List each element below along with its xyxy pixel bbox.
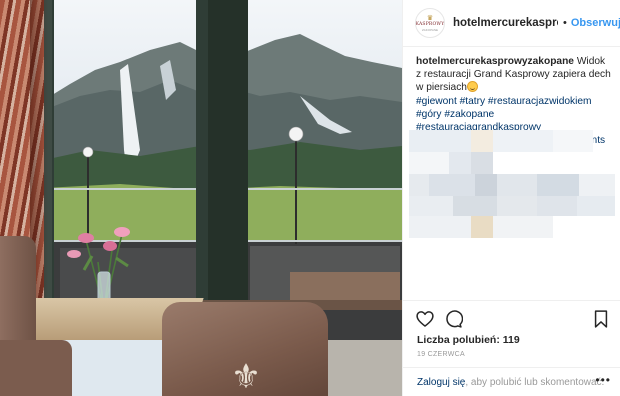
bookmark-icon[interactable] <box>591 309 611 329</box>
avatar-sub: ZAKOPANE <box>421 27 439 32</box>
post-actions: Liczba polubień: 119 19 CZERWCA Zaloguj … <box>403 300 620 390</box>
comment-bar: Zaloguj się , aby polubić lub skomentowa… <box>403 367 620 396</box>
login-link[interactable]: Zaloguj się <box>417 377 465 388</box>
post-image[interactable]: ⚜ <box>0 0 402 396</box>
comment-icon[interactable] <box>443 309 463 329</box>
window-frame <box>196 0 208 340</box>
chair <box>0 340 72 396</box>
window-frame <box>208 0 248 340</box>
post-sidebar: ♛ KASPROWY ZAKOPANE hotelmercurekasprowy… <box>402 0 620 396</box>
likes-count[interactable]: Liczba polubień: 119 <box>417 334 520 346</box>
censored-comments <box>409 130 615 246</box>
smile-emoji-icon <box>466 81 478 93</box>
header-username[interactable]: hotelmercurekasprowyzakopane <box>453 17 558 29</box>
comment-bar-text: , aby polubić lub skomentować. <box>465 377 605 388</box>
crown-icon: ♛ <box>426 14 434 22</box>
heart-icon[interactable] <box>415 309 435 329</box>
follow-button[interactable]: Obserwuj <box>571 17 620 29</box>
header-separator: • <box>563 17 567 29</box>
avatar[interactable]: ♛ KASPROWY ZAKOPANE <box>415 8 445 38</box>
post-header: ♛ KASPROWY ZAKOPANE hotelmercurekasprowy… <box>403 0 620 47</box>
more-options-icon[interactable]: ••• <box>595 373 611 387</box>
post-date[interactable]: 19 CZERWCA <box>417 351 465 358</box>
caption-username[interactable]: hotelmercurekasprowyzakopane <box>416 56 574 67</box>
chair-emblem-icon: ⚜ <box>230 358 262 396</box>
